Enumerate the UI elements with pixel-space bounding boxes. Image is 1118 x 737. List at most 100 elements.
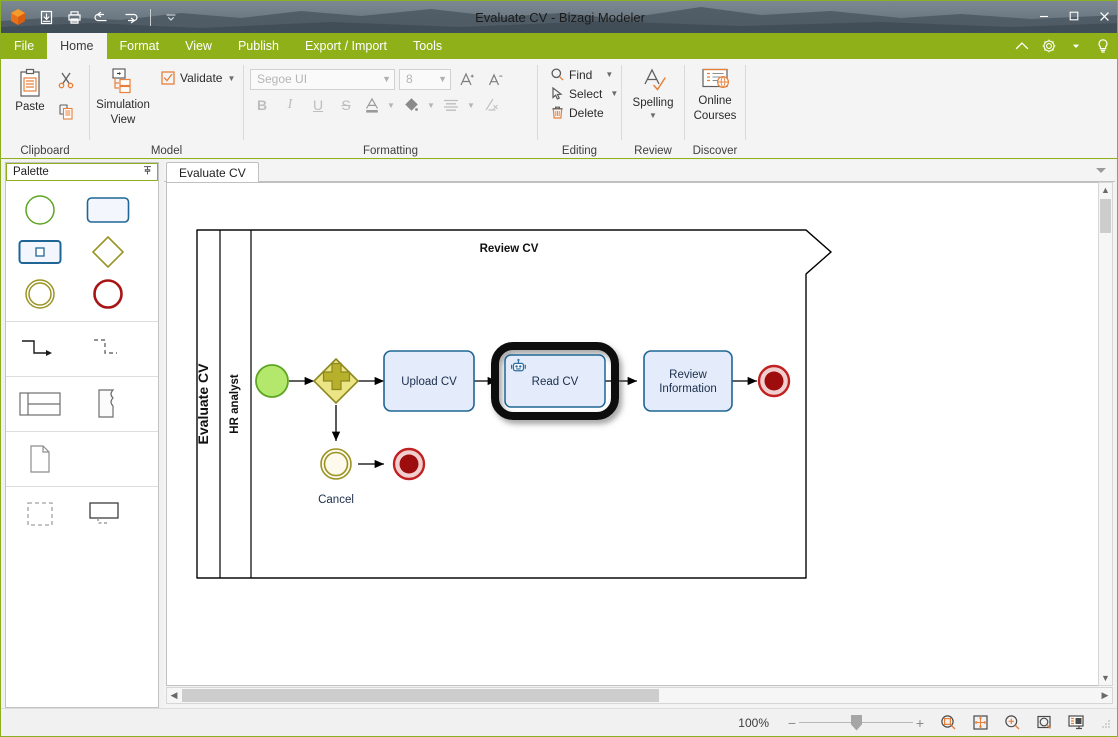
fill-color-button[interactable] — [400, 94, 422, 116]
clear-formatting-button[interactable] — [480, 94, 502, 116]
ribbon-right-controls — [1012, 33, 1113, 59]
undo-button[interactable] — [89, 4, 115, 30]
zoom-slider-thumb[interactable] — [851, 714, 862, 731]
spelling-button[interactable]: Spelling ▼ — [628, 64, 678, 120]
ribbon-tab-export-import[interactable]: Export / Import — [292, 33, 400, 59]
minimize-button[interactable] — [1029, 1, 1059, 31]
spelling-dropdown-caret[interactable]: ▼ — [648, 111, 658, 120]
scroll-left-arrow[interactable]: ◀ — [167, 690, 181, 701]
palette-group[interactable] — [6, 493, 74, 535]
paste-button[interactable]: Paste — [7, 64, 53, 114]
underline-button[interactable]: U — [306, 94, 330, 116]
print-button[interactable] — [61, 4, 87, 30]
task-upload-cv[interactable]: Upload CV — [383, 350, 475, 412]
redo-button[interactable] — [117, 4, 143, 30]
zoom-out-button[interactable]: − — [785, 715, 799, 731]
ribbon-tab-tools[interactable]: Tools — [400, 33, 455, 59]
zoom-slider[interactable]: − + — [785, 714, 927, 731]
font-family-value: Segoe UI — [257, 72, 308, 86]
palette-intermediate-event[interactable] — [6, 273, 74, 315]
strikethrough-button[interactable]: S — [334, 94, 358, 116]
ribbon-tab-home[interactable]: Home — [47, 33, 107, 59]
find-button[interactable]: Find ▼ — [546, 65, 618, 84]
settings-dropdown-caret[interactable] — [1066, 36, 1086, 56]
zoom-in-icon[interactable] — [1001, 713, 1023, 733]
palette-message-flow[interactable] — [74, 328, 142, 370]
font-family-combo[interactable]: Segoe UI ▼ — [250, 68, 395, 90]
zoom-in-button[interactable]: + — [913, 715, 927, 731]
vertical-scrollbar[interactable]: ▲ ▼ — [1098, 182, 1113, 686]
simulation-view-label2: View — [110, 114, 136, 126]
document-tab-evaluate-cv[interactable]: Evaluate CV — [166, 162, 259, 182]
simulation-view-button[interactable]: Simulation View — [96, 64, 150, 127]
task-read-cv[interactable]: Read CV — [504, 354, 606, 408]
font-family-caret[interactable]: ▼ — [382, 74, 391, 84]
collapse-ribbon-icon[interactable] — [1012, 36, 1032, 56]
cut-button[interactable] — [53, 67, 79, 93]
ribbon-tab-file[interactable]: File — [1, 33, 47, 59]
save-button[interactable] — [33, 4, 59, 30]
delete-label: Delete — [569, 105, 604, 120]
palette-pin-icon[interactable] — [142, 165, 153, 179]
text-align-caret[interactable]: ▼ — [466, 101, 476, 110]
palette-end-event[interactable] — [74, 273, 142, 315]
fit-to-page-icon[interactable] — [969, 713, 991, 733]
app-logo[interactable] — [5, 4, 31, 30]
font-size-combo[interactable]: 8 ▼ — [399, 68, 451, 90]
select-dropdown-caret[interactable]: ▼ — [609, 89, 619, 98]
start-event[interactable] — [255, 364, 289, 398]
ribbon-tab-view[interactable]: View — [172, 33, 225, 59]
font-color-button[interactable] — [362, 94, 382, 116]
task-review-information[interactable]: Review Information — [643, 350, 733, 412]
bpmn-diagram[interactable]: Evaluate CV HR analyst Review CV Upload … — [167, 183, 1112, 685]
copy-button[interactable] — [53, 99, 79, 125]
validate-dropdown-caret[interactable]: ▼ — [226, 74, 236, 83]
close-button[interactable] — [1089, 1, 1117, 31]
italic-button[interactable]: I — [278, 94, 302, 116]
validate-button[interactable]: Validate ▼ — [156, 68, 240, 88]
document-tabs-dropdown[interactable] — [1094, 164, 1108, 178]
palette-row-5 — [6, 383, 158, 425]
palette-data-object[interactable] — [6, 438, 74, 480]
palette-sub-process[interactable] — [6, 231, 74, 273]
validate-label: Validate — [180, 71, 223, 85]
diagram-canvas-area[interactable]: Evaluate CV HR analyst Review CV Upload … — [166, 182, 1113, 686]
scroll-down-arrow[interactable]: ▼ — [1099, 671, 1112, 685]
zoom-to-window-icon[interactable] — [1033, 713, 1055, 733]
scroll-right-arrow[interactable]: ▶ — [1098, 690, 1112, 701]
fill-color-caret[interactable]: ▼ — [426, 101, 436, 110]
select-button[interactable]: Select ▼ — [546, 84, 623, 103]
zoom-to-selection-icon[interactable] — [937, 713, 959, 733]
palette-pool[interactable] — [6, 383, 74, 425]
palette-start-event[interactable] — [6, 189, 74, 231]
font-size-caret[interactable]: ▼ — [438, 74, 447, 84]
end-event-cancel-branch[interactable] — [392, 447, 426, 481]
delete-button[interactable]: Delete — [546, 103, 608, 122]
maximize-button[interactable] — [1059, 1, 1089, 31]
find-dropdown-caret[interactable]: ▼ — [604, 70, 614, 79]
end-event-main[interactable] — [757, 364, 791, 398]
shrink-font-button[interactable] — [483, 68, 507, 90]
horizontal-scroll-thumb[interactable] — [182, 689, 659, 702]
scroll-up-arrow[interactable]: ▲ — [1099, 183, 1112, 197]
palette-text-annotation[interactable] — [74, 493, 142, 535]
palette-gateway[interactable] — [74, 231, 142, 273]
font-color-caret[interactable]: ▼ — [386, 101, 396, 110]
grow-font-button[interactable] — [455, 68, 479, 90]
help-lightbulb-icon[interactable] — [1093, 36, 1113, 56]
bold-button[interactable]: B — [250, 94, 274, 116]
vertical-scroll-thumb[interactable] — [1100, 199, 1111, 233]
ribbon-tab-format[interactable]: Format — [107, 33, 173, 59]
ribbon-group-editing-title: Editing — [561, 145, 598, 157]
resize-grip[interactable] — [1099, 717, 1111, 729]
palette-sequence-flow[interactable] — [6, 328, 74, 370]
palette-annotation[interactable] — [74, 383, 142, 425]
customize-quick-access-button[interactable] — [158, 4, 184, 30]
settings-gear-icon[interactable] — [1039, 36, 1059, 56]
online-courses-button[interactable]: Online Courses — [691, 64, 739, 123]
ribbon-tab-publish[interactable]: Publish — [225, 33, 292, 59]
horizontal-scrollbar[interactable]: ◀ ▶ — [166, 687, 1113, 704]
presentation-view-icon[interactable] — [1065, 713, 1087, 733]
text-align-button[interactable] — [440, 94, 462, 116]
palette-task[interactable] — [74, 189, 142, 231]
